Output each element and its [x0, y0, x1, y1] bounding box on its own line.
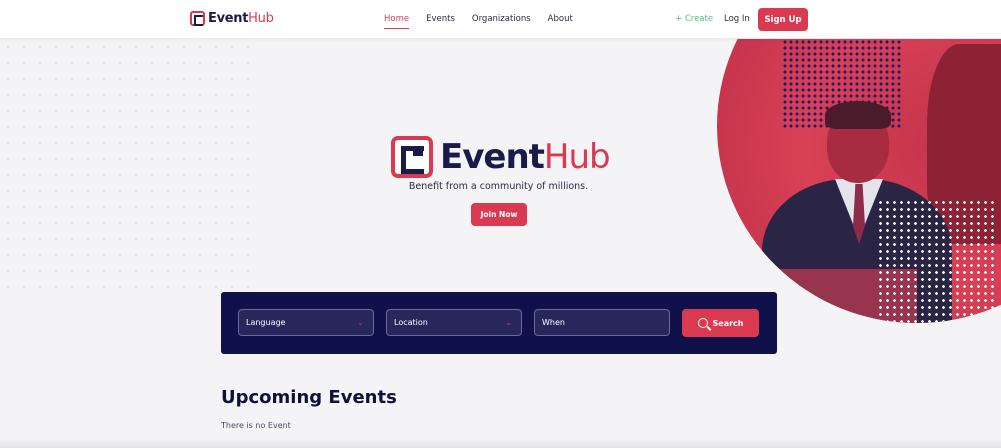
- dot-pattern-white: [877, 199, 997, 323]
- brand-logo[interactable]: EventHub: [190, 11, 274, 26]
- when-input[interactable]: When: [534, 309, 670, 336]
- nav-item-about[interactable]: About: [548, 14, 573, 29]
- nav-item-events[interactable]: Events: [426, 14, 455, 29]
- hero-tagline: Benefit from a community of millions.: [408, 181, 589, 192]
- hero-section: EventHub Benefit from a community of mil…: [0, 39, 1001, 448]
- search-button[interactable]: Search: [682, 309, 759, 337]
- hero-brand-name: EventHub: [440, 137, 611, 177]
- main-nav: Home Events Organizations About: [384, 14, 590, 29]
- signup-button[interactable]: Sign Up: [758, 8, 808, 31]
- brand-name: EventHub: [208, 11, 274, 26]
- no-event-message: There is no Event: [221, 421, 291, 430]
- location-select[interactable]: Location ⌄: [386, 309, 522, 336]
- join-now-button[interactable]: Join Now: [471, 203, 527, 226]
- nav-item-organizations[interactable]: Organizations: [472, 14, 531, 29]
- hero-logo-mark-icon: [391, 136, 433, 178]
- language-select[interactable]: Language ⌄: [238, 309, 374, 336]
- hero-person-hair: [825, 101, 891, 129]
- search-icon: [697, 318, 708, 328]
- search-panel: Language ⌄ Location ⌄ When Search: [221, 292, 777, 354]
- dotted-background: [0, 39, 260, 299]
- upcoming-events-title: Upcoming Events: [221, 387, 397, 408]
- language-select-label: Language: [246, 318, 286, 327]
- logo-mark-icon: [190, 11, 205, 26]
- search-button-label: Search: [712, 318, 744, 328]
- hero-image: [717, 39, 1001, 323]
- nav-item-home[interactable]: Home: [384, 14, 410, 29]
- hero-logo: EventHub: [391, 136, 611, 178]
- location-select-label: Location: [394, 318, 428, 327]
- chevron-down-icon: ⌄: [505, 318, 512, 327]
- when-input-placeholder: When: [542, 318, 565, 327]
- page-bottom-fade: [0, 439, 1001, 448]
- login-link[interactable]: Log In: [724, 14, 750, 24]
- site-header: EventHub Home Events Organizations About…: [0, 0, 1001, 39]
- chevron-down-icon: ⌄: [357, 318, 364, 327]
- create-link[interactable]: + Create: [675, 14, 713, 24]
